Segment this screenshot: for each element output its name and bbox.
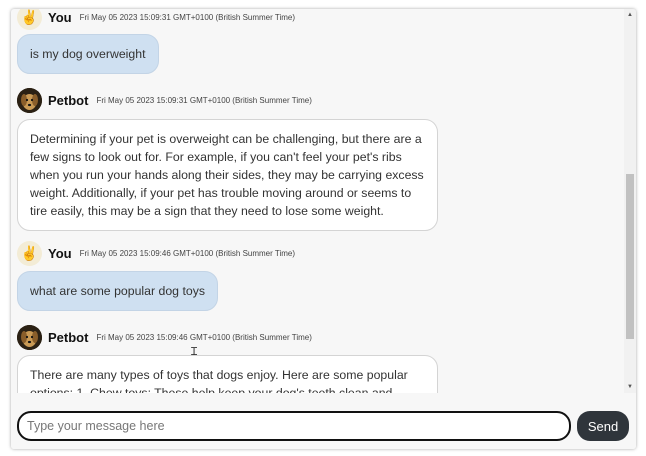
message-header: ✌ You Fri May 05 2023 15:09:31 GMT+0100 … (17, 9, 295, 31)
dog-avatar-icon (17, 87, 42, 113)
message-input[interactable] (17, 411, 571, 441)
message-list[interactable]: ✌ You Fri May 05 2023 15:09:31 GMT+0100 … (11, 9, 636, 393)
scrollbar[interactable]: ▲ ▼ (624, 9, 636, 393)
dog-avatar-icon (17, 324, 42, 350)
scroll-down-icon[interactable]: ▼ (624, 381, 636, 393)
message-timestamp: Fri May 05 2023 15:09:46 GMT+0100 (Briti… (79, 248, 296, 258)
text-cursor-icon: Ɪ (191, 346, 198, 358)
sender-name: Petbot (48, 92, 89, 108)
message-text: what are some popular dog toys (30, 284, 205, 298)
message-header: Petbot Fri May 05 2023 15:09:31 GMT+0100… (17, 86, 312, 114)
sender-name: You (48, 9, 72, 25)
sender-name: Petbot (48, 329, 89, 345)
scroll-up-icon[interactable]: ▲ (624, 9, 636, 21)
message-timestamp: Fri May 05 2023 15:09:31 GMT+0100 (Briti… (79, 12, 296, 22)
scrollbar-thumb[interactable] (626, 174, 634, 339)
message-timestamp: Fri May 05 2023 15:09:31 GMT+0100 (Briti… (96, 95, 312, 105)
sender-name: You (48, 245, 72, 261)
bot-message-bubble: Determining if your pet is overweight ca… (17, 119, 438, 231)
user-message-bubble: what are some popular dog toys (17, 271, 218, 311)
user-message-bubble: is my dog overweight (17, 34, 159, 74)
peace-hand-icon: ✌ (17, 9, 42, 30)
peace-hand-icon: ✌ (17, 240, 42, 266)
composer: Send (11, 404, 636, 449)
message-text: is my dog overweight (30, 47, 146, 61)
message-header: ✌ You Fri May 05 2023 15:09:46 GMT+0100 … (17, 239, 295, 267)
send-button[interactable]: Send (577, 411, 629, 441)
message-header: Petbot Fri May 05 2023 15:09:46 GMT+0100… (17, 323, 312, 351)
message-text: Determining if your pet is overweight ca… (30, 132, 424, 218)
chat-window: ✌ You Fri May 05 2023 15:09:31 GMT+0100 … (11, 9, 636, 449)
bot-message-bubble: There are many types of toys that dogs e… (17, 355, 438, 393)
message-timestamp: Fri May 05 2023 15:09:46 GMT+0100 (Briti… (96, 332, 312, 342)
message-text: There are many types of toys that dogs e… (30, 368, 408, 393)
